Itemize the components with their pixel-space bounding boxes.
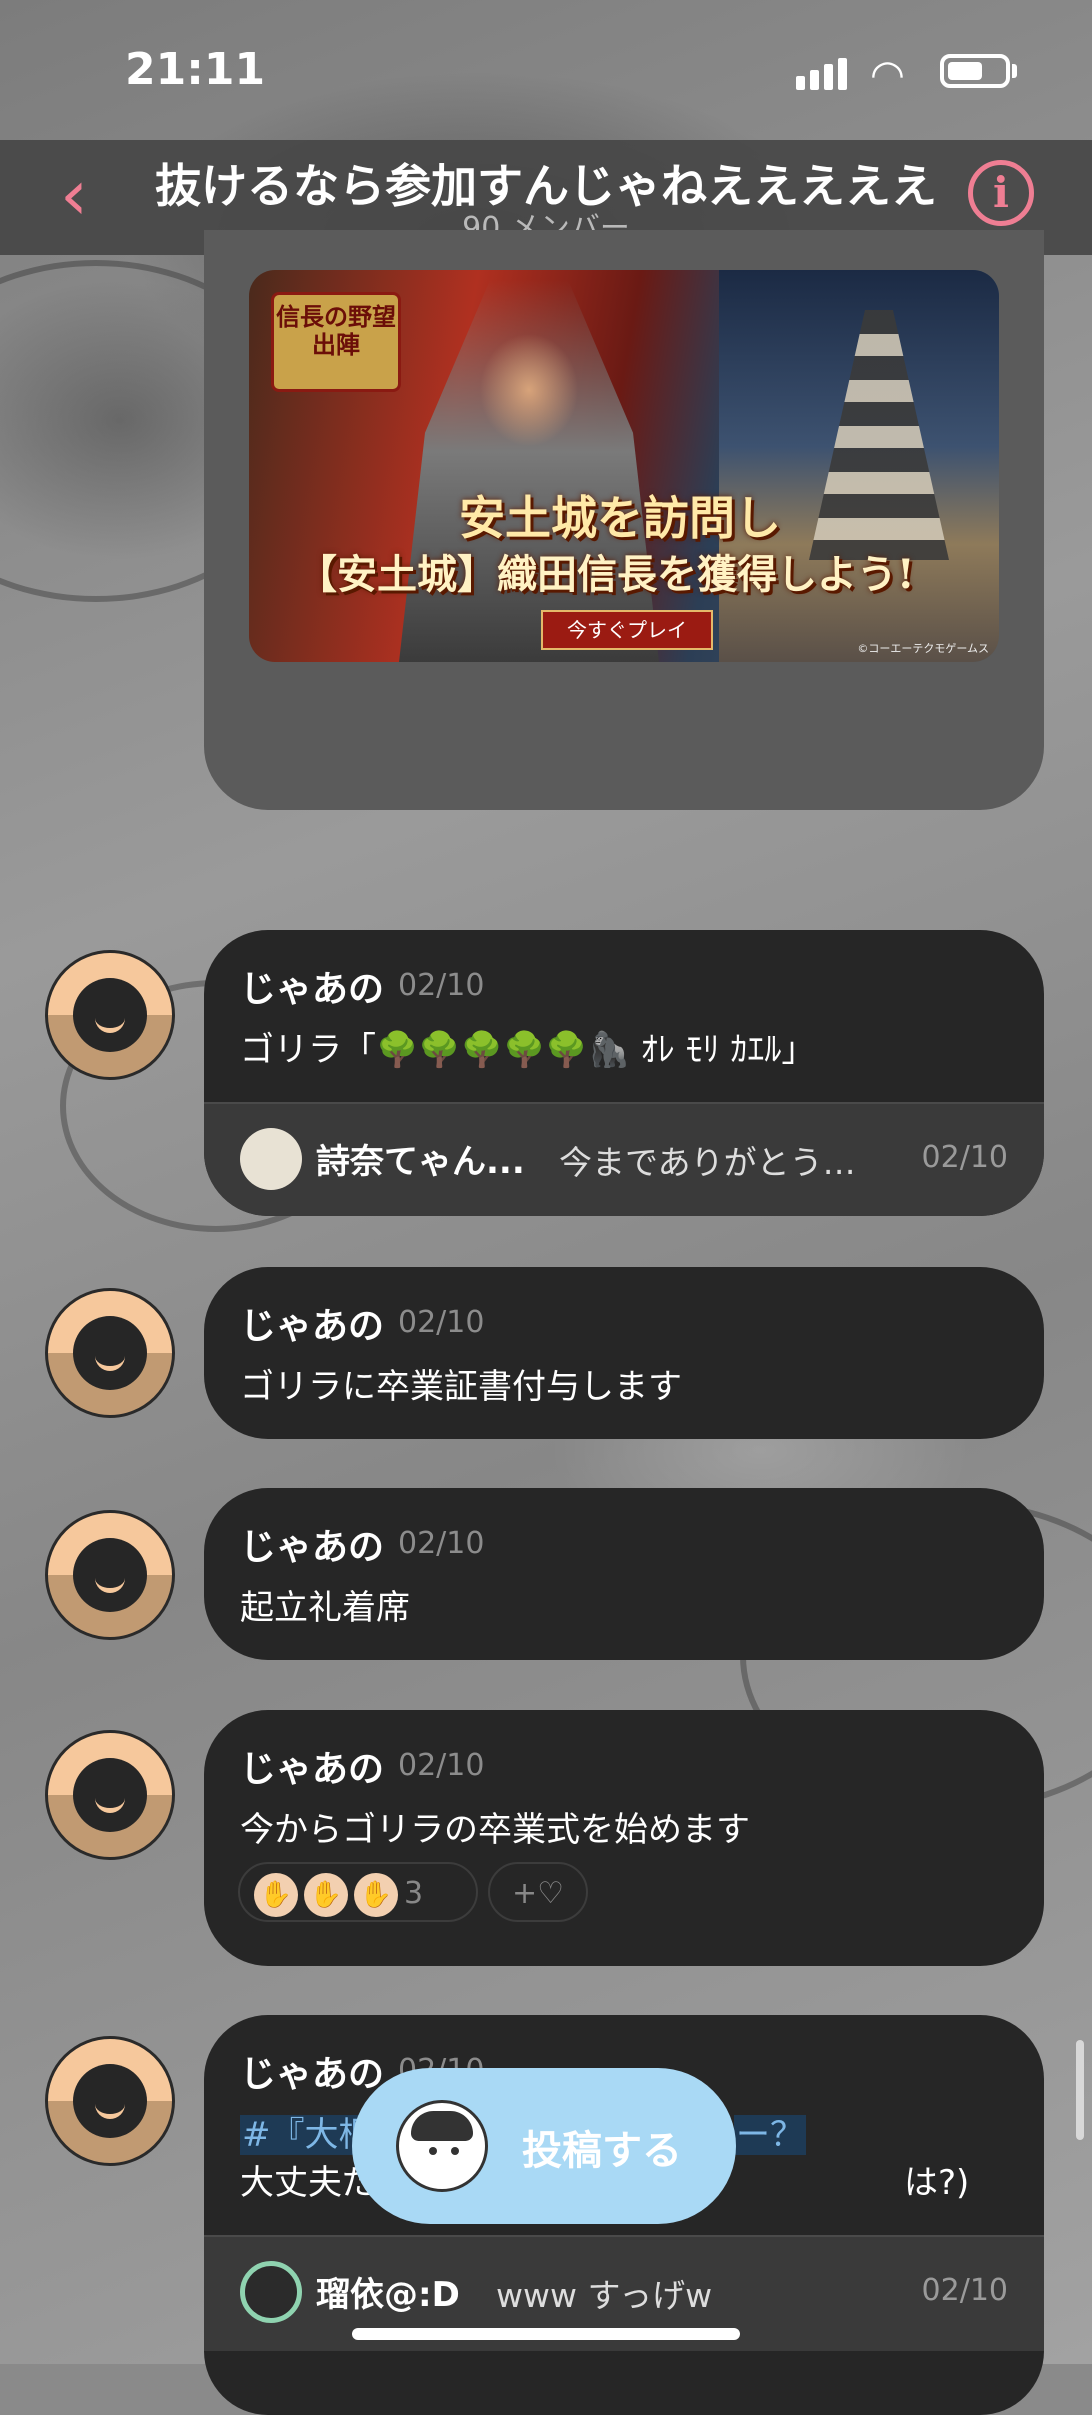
scrollbar[interactable] [1076,2040,1084,2140]
message-text-tail: は?) [904,2163,970,2203]
message-bubble[interactable]: じゃあの 02/10 ゴリラ「🌳🌳🌳🌳🌳🦍 ｵﾚ ﾓﾘ ｶｴﾙ」 詩奈てゃん..… [204,930,1044,1216]
banner-headline-2: 【安土城】織田信長を獲得しよう! [297,551,915,598]
message-hashtag-tail: ー？ [734,2107,806,2156]
banner-play-button[interactable]: 今すぐプレイ [541,610,713,650]
battery-icon [940,54,1010,88]
avatar[interactable] [45,950,175,1080]
message-bubble[interactable]: じゃあの 02/10 起立礼着席 [204,1488,1044,1660]
game-logo: 信長の野望 出陣 [271,292,401,392]
reply-text: www すっげw [496,2276,713,2315]
info-icon[interactable]: i [968,160,1034,226]
sender-name: じゃあの [240,1306,385,1347]
message-date: 02/10 [398,968,485,1003]
wifi-icon: ◠ [870,52,905,98]
reply-avatar [240,1128,302,1190]
warrior-artwork [399,280,659,662]
sender-name: じゃあの [240,2054,385,2095]
message-bubble[interactable]: じゃあの 02/10 ゴリラに卒業証書付与します [204,1267,1044,1439]
ad-banner-image[interactable]: 信長の野望 出陣 安土城を訪問し 【安土城】織田信長を獲得しよう! 今すぐプレイ… [249,270,999,662]
user-avatar [396,2100,488,2192]
add-reaction-button[interactable]: +♡ [488,1862,588,1922]
avatar[interactable] [45,1510,175,1640]
post-button[interactable]: 投稿する [352,2068,736,2224]
post-button-label: 投稿する [522,2128,682,2174]
clap-reaction[interactable]: ✋ ✋ ✋ 3 [238,1862,478,1922]
avatar[interactable] [45,1288,175,1418]
reply-avatar [240,2261,302,2323]
hashtag-link-tail[interactable]: ー？ [734,2115,806,2155]
clap-icon: ✋ [354,1872,398,1917]
home-indicator[interactable] [352,2328,740,2340]
status-time: 21:11 [125,44,266,95]
reaction-count: 3 [404,1876,424,1911]
reply-sender-name: 詩奈てゃん... [316,1142,525,1182]
clap-icon: ✋ [254,1872,298,1917]
status-bar: 21:11 ◠ [0,0,1092,140]
reply-date: 02/10 [921,1140,1008,1175]
message-text: 今からゴリラの卒業式を始めます [240,1810,750,1850]
reply-preview[interactable]: 詩奈てゃん... 今までありがとう… 02/10 [204,1102,1044,1216]
message-text: 起立礼着席 [240,1588,410,1628]
avatar[interactable] [45,1730,175,1860]
clap-icon: ✋ [304,1872,348,1917]
sender-name: じゃあの [240,1749,385,1790]
sender-name: じゃあの [240,969,385,1010]
reply-date: 02/10 [921,2273,1008,2308]
message-text: ゴリラ「🌳🌳🌳🌳🌳🦍 ｵﾚ ﾓﾘ ｶｴﾙ」 [240,1030,816,1070]
avatar[interactable] [45,2036,175,2166]
message-date: 02/10 [398,1526,485,1561]
message-text: ゴリラに卒業証書付与します [240,1367,682,1407]
reply-sender-name: 瑠依@:D [316,2275,460,2315]
sender-name: じゃあの [240,1527,385,1568]
cellular-signal-icon [796,58,852,90]
banner-headline-1: 安土城を訪問し [459,491,781,545]
message-date: 02/10 [398,1748,485,1783]
battery-tip [1012,64,1017,78]
reply-text: 今までありがとう… [559,1143,856,1182]
message-date: 02/10 [398,1305,485,1340]
message-bubble[interactable]: じゃあの 02/10 今からゴリラの卒業式を始めます ✋ ✋ ✋ 3 +♡ [204,1710,1044,1966]
banner-copyright: ©コーエーテクモゲームス [857,642,989,655]
